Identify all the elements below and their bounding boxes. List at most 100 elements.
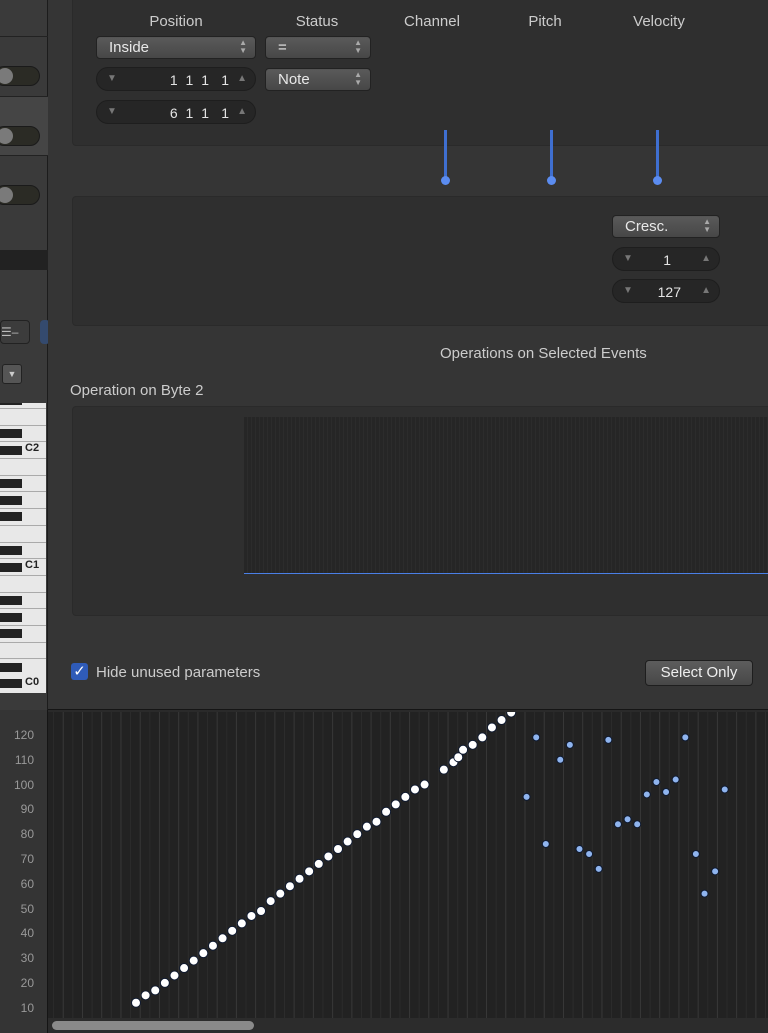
- velocity-point-selected[interactable]: [256, 906, 267, 916]
- black-key[interactable]: [0, 479, 22, 489]
- velocity-point-selected[interactable]: [179, 963, 190, 974]
- velocity-value2-field[interactable]: ▼ 127 ▲: [612, 279, 720, 303]
- position-to-field[interactable]: ▼ 6 1 1 1 ▲: [96, 100, 256, 124]
- velocity-point[interactable]: [541, 840, 550, 849]
- velocity-point[interactable]: [565, 740, 574, 749]
- velocity-operation-popup[interactable]: Cresc. ▲ ▼: [612, 215, 720, 238]
- white-key[interactable]: [0, 541, 46, 543]
- velocity-point-selected[interactable]: [140, 990, 151, 1001]
- white-key[interactable]: [0, 558, 46, 560]
- velocity-point[interactable]: [633, 820, 642, 829]
- velocity-point-selected[interactable]: [131, 997, 141, 1008]
- velocity-point[interactable]: [585, 849, 594, 858]
- velocity-point-selected[interactable]: [313, 858, 324, 869]
- velocity-point-selected[interactable]: [284, 881, 295, 892]
- position-from-field[interactable]: ▼ 1 1 1 1 ▲: [96, 67, 256, 91]
- velocity-point-selected[interactable]: [506, 707, 517, 718]
- velocity-point-selected[interactable]: [438, 764, 449, 775]
- velocity-point[interactable]: [720, 785, 729, 794]
- velocity-point-selected[interactable]: [294, 873, 305, 884]
- white-key[interactable]: [0, 608, 46, 610]
- velocity-point-selected[interactable]: [265, 896, 276, 907]
- velocity-value1-field[interactable]: ▼ 1 ▲: [612, 247, 720, 271]
- black-key[interactable]: [0, 495, 22, 505]
- velocity-point[interactable]: [662, 787, 671, 796]
- velocity-point[interactable]: [652, 778, 661, 787]
- view-menu-button[interactable]: ☰–: [0, 320, 30, 344]
- velocity-point-selected[interactable]: [477, 732, 488, 743]
- velocity-point-selected[interactable]: [304, 866, 315, 877]
- velocity-point[interactable]: [594, 864, 603, 873]
- white-key[interactable]: [0, 508, 46, 510]
- white-key[interactable]: [0, 641, 46, 643]
- velocity-point-selected[interactable]: [150, 985, 161, 996]
- velocity-point-selected[interactable]: [342, 836, 353, 847]
- toggle-switch[interactable]: [0, 126, 40, 146]
- horizontal-scrollbar[interactable]: [48, 1018, 768, 1033]
- piano-keyboard[interactable]: C2 C1 C0: [0, 403, 46, 693]
- white-key[interactable]: [0, 458, 46, 459]
- white-key[interactable]: [0, 524, 46, 526]
- decrement-icon[interactable]: ▼: [623, 253, 633, 264]
- increment-icon[interactable]: ▲: [237, 106, 247, 117]
- black-key[interactable]: [0, 403, 22, 405]
- velocity-point-selected[interactable]: [486, 722, 497, 733]
- black-key[interactable]: [0, 428, 22, 438]
- velocity-point[interactable]: [691, 849, 700, 858]
- channel-thru-slider[interactable]: [441, 130, 450, 185]
- velocity-point-selected[interactable]: [159, 977, 170, 988]
- velocity-operation-slider[interactable]: [653, 130, 662, 185]
- black-key[interactable]: [0, 662, 22, 672]
- velocity-point-selected[interactable]: [496, 715, 507, 726]
- velocity-point-selected[interactable]: [390, 799, 401, 810]
- toggle-switch[interactable]: [0, 185, 40, 205]
- white-key[interactable]: [0, 625, 46, 626]
- velocity-point[interactable]: [681, 733, 690, 742]
- white-key[interactable]: [0, 591, 46, 593]
- velocity-point-selected[interactable]: [207, 940, 218, 951]
- white-key[interactable]: [0, 424, 46, 426]
- velocity-point-selected[interactable]: [169, 970, 180, 981]
- increment-icon[interactable]: ▲: [701, 253, 711, 264]
- white-key[interactable]: [0, 491, 46, 493]
- velocity-point-selected[interactable]: [227, 925, 238, 936]
- white-key[interactable]: [0, 474, 46, 476]
- white-key[interactable]: [0, 407, 46, 409]
- scrollbar-thumb[interactable]: [52, 1021, 254, 1030]
- velocity-point-selected[interactable]: [323, 851, 334, 862]
- black-key[interactable]: [0, 629, 22, 639]
- black-key[interactable]: [0, 595, 22, 605]
- select-only-button[interactable]: Select Only: [645, 660, 753, 686]
- velocity-point-selected[interactable]: [371, 816, 382, 827]
- velocity-point-selected[interactable]: [333, 844, 344, 854]
- black-key[interactable]: [0, 679, 22, 689]
- status-value-popup[interactable]: Note ▲ ▼: [265, 68, 371, 91]
- toggle-switch[interactable]: [0, 66, 40, 86]
- velocity-point-selected[interactable]: [458, 744, 469, 755]
- velocity-point-selected[interactable]: [419, 779, 430, 790]
- velocity-point-selected[interactable]: [198, 948, 209, 959]
- velocity-point[interactable]: [671, 775, 680, 784]
- velocity-point[interactable]: [711, 867, 720, 876]
- increment-icon[interactable]: ▲: [701, 285, 711, 296]
- velocity-point-selected[interactable]: [400, 791, 411, 802]
- velocity-point[interactable]: [700, 889, 709, 898]
- velocity-point[interactable]: [623, 815, 632, 824]
- velocity-point-selected[interactable]: [381, 806, 392, 817]
- white-key[interactable]: [0, 658, 46, 660]
- velocity-point-selected[interactable]: [361, 821, 372, 832]
- white-key[interactable]: [0, 574, 46, 576]
- position-condition-popup[interactable]: Inside ▲ ▼: [96, 36, 256, 59]
- velocity-point[interactable]: [604, 735, 613, 744]
- increment-icon[interactable]: ▲: [237, 73, 247, 84]
- velocity-point-selected[interactable]: [217, 933, 228, 944]
- decrement-icon[interactable]: ▼: [107, 73, 117, 84]
- velocity-point[interactable]: [575, 845, 584, 853]
- black-key[interactable]: [0, 545, 22, 555]
- black-key[interactable]: [0, 512, 22, 522]
- black-key[interactable]: [0, 612, 22, 622]
- black-key[interactable]: [0, 562, 22, 572]
- velocity-point[interactable]: [642, 790, 651, 799]
- white-key[interactable]: [0, 441, 46, 443]
- velocity-point-selected[interactable]: [246, 910, 257, 921]
